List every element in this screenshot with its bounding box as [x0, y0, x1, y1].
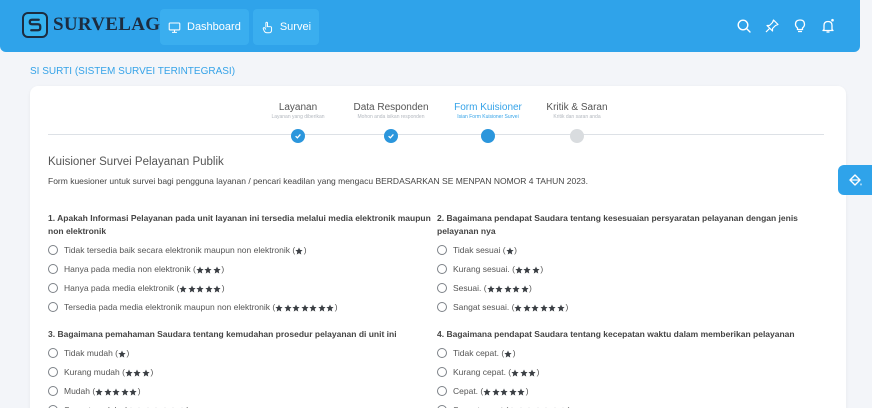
- step-subtitle: Mohon anda isikan responden: [357, 114, 425, 120]
- radio-option[interactable]: Cepat. (): [437, 385, 822, 397]
- star-rating-icon: [511, 369, 537, 377]
- question-text: 4. Bagaimana pendapat Saudara tentang ke…: [437, 329, 795, 339]
- radio-button[interactable]: [48, 264, 58, 274]
- radio-button[interactable]: [437, 348, 447, 358]
- radio-option[interactable]: Tersedia pada media elektronik maupun no…: [48, 301, 433, 313]
- form-title: Kuisioner Survei Pelayanan Publik: [48, 156, 224, 168]
- star-rating-icon: [179, 285, 222, 293]
- app-name: SURVELAG: [53, 14, 161, 35]
- radio-option[interactable]: Sangat cepat (): [437, 404, 822, 408]
- star-rating-icon: [483, 388, 526, 396]
- radio-option[interactable]: Kurang sesuai. (): [437, 263, 822, 275]
- star-rating-icon: [196, 266, 222, 274]
- star-rating-icon: [514, 304, 565, 312]
- question-text: 1. Apakah Informasi Pelayanan pada unit …: [48, 213, 431, 236]
- nav-dashboard[interactable]: Dashboard: [160, 9, 249, 45]
- radio-button[interactable]: [437, 302, 447, 312]
- step-data-responden[interactable]: Data Responden Mohon anda isikan respond…: [336, 102, 446, 143]
- star-rating-icon: [295, 247, 304, 255]
- radio-option[interactable]: Tidak cepat. (): [437, 347, 822, 359]
- question-1: 1. Apakah Informasi Pelayanan pada unit …: [48, 212, 433, 320]
- radio-button[interactable]: [437, 386, 447, 396]
- radio-option[interactable]: Hanya pada media non elektronik (): [48, 263, 433, 275]
- star-rating-icon: [505, 247, 515, 255]
- option-label: Hanya pada media elektronik (): [64, 283, 225, 293]
- radio-option[interactable]: Kurang mudah (): [48, 366, 433, 378]
- star-rating-icon: [125, 369, 151, 377]
- radio-option[interactable]: Tidak mudah (): [48, 347, 433, 359]
- step-title: Kritik & Saran: [546, 102, 608, 113]
- bell-icon[interactable]: [820, 18, 836, 34]
- option-label: Sesuai. (): [453, 283, 532, 293]
- radio-button[interactable]: [48, 367, 58, 377]
- theme-settings-button[interactable]: [838, 165, 872, 195]
- radio-option[interactable]: Sangat sesuai. (): [437, 301, 822, 313]
- star-rating-icon: [486, 285, 530, 293]
- question-text: 3. Bagaimana pemahaman Saudara tentang k…: [48, 329, 397, 339]
- star-rating-icon: [95, 388, 138, 396]
- radio-button[interactable]: [437, 245, 447, 255]
- top-navbar: SURVELAG Dashboard Survei: [0, 0, 860, 52]
- radio-option[interactable]: Mudah (): [48, 385, 433, 397]
- radio-option[interactable]: Sesuai. (): [437, 282, 822, 294]
- app-logo[interactable]: SURVELAG: [22, 12, 160, 38]
- radio-option[interactable]: Tidak tersedia baik secara elektronik ma…: [48, 244, 433, 256]
- star-rating-icon: [275, 304, 335, 312]
- radio-button[interactable]: [48, 302, 58, 312]
- main-nav: Dashboard Survei: [160, 9, 320, 45]
- survey-card: Layanan Layanan yang diberikan Data Resp…: [30, 86, 846, 408]
- radio-button[interactable]: [48, 283, 58, 293]
- option-label: Tidak sesuai (): [453, 245, 517, 255]
- radio-button[interactable]: [437, 367, 447, 377]
- nav-dashboard-label: Dashboard: [187, 21, 241, 33]
- nav-survei-label: Survei: [279, 21, 312, 33]
- option-label: Mudah (): [64, 386, 141, 396]
- option-label: Tidak cepat. (): [453, 348, 516, 358]
- hand-pointer-icon: [262, 21, 272, 33]
- option-label: Tidak tersedia baik secara elektronik ma…: [64, 245, 307, 255]
- star-rating-icon: [504, 350, 513, 358]
- radio-button[interactable]: [48, 386, 58, 396]
- radio-option[interactable]: Kurang cepat. (): [437, 366, 822, 378]
- check-icon: [384, 129, 398, 143]
- question-4: 4. Bagaimana pendapat Saudara tentang ke…: [437, 328, 822, 408]
- step-subtitle: Kritik dan saran anda: [553, 114, 601, 120]
- radio-option[interactable]: Sangat mudah. (): [48, 404, 433, 408]
- question-3: 3. Bagaimana pemahaman Saudara tentang k…: [48, 328, 433, 408]
- star-rating-icon: [515, 266, 541, 274]
- paint-bucket-icon: [849, 174, 862, 186]
- option-label: Tersedia pada media elektronik maupun no…: [64, 302, 338, 312]
- option-label: Kurang sesuai. (): [453, 264, 544, 274]
- radio-option[interactable]: Tidak sesuai (): [437, 244, 822, 256]
- radio-button[interactable]: [437, 264, 447, 274]
- active-step-dot: [481, 129, 495, 143]
- header-actions: [736, 18, 836, 34]
- radio-button[interactable]: [48, 245, 58, 255]
- stepper-line: [48, 134, 824, 135]
- option-label: Kurang cepat. (): [453, 367, 540, 377]
- breadcrumb[interactable]: SI SURTI (SISTEM SURVEI TERINTEGRASI): [30, 66, 235, 77]
- logo-mark-icon: [22, 12, 48, 38]
- radio-option[interactable]: Hanya pada media elektronik (): [48, 282, 433, 294]
- step-title: Data Responden: [353, 102, 429, 113]
- question-text: 2. Bagaimana pendapat Saudara tentang ke…: [437, 213, 798, 236]
- star-rating-icon: [118, 350, 127, 358]
- pin-icon[interactable]: [764, 18, 780, 34]
- option-label: Sangat sesuai. (): [453, 302, 569, 312]
- option-label: Tidak mudah (): [64, 348, 130, 358]
- step-kritik-saran[interactable]: Kritik & Saran Kritik dan saran anda: [522, 102, 632, 143]
- option-label: Hanya pada media non elektronik (): [64, 264, 225, 274]
- radio-button[interactable]: [48, 348, 58, 358]
- monitor-icon: [168, 22, 181, 33]
- check-icon: [291, 129, 305, 143]
- lightbulb-icon[interactable]: [792, 18, 808, 34]
- radio-button[interactable]: [437, 283, 447, 293]
- form-description: Form kuesioner untuk survei bagi penggun…: [48, 176, 589, 186]
- pending-step-dot: [570, 129, 584, 143]
- question-2: 2. Bagaimana pendapat Saudara tentang ke…: [437, 212, 822, 320]
- nav-survei[interactable]: Survei: [252, 9, 320, 45]
- search-icon[interactable]: [736, 18, 752, 34]
- option-label: Kurang mudah (): [64, 367, 154, 377]
- option-label: Cepat. (): [453, 386, 529, 396]
